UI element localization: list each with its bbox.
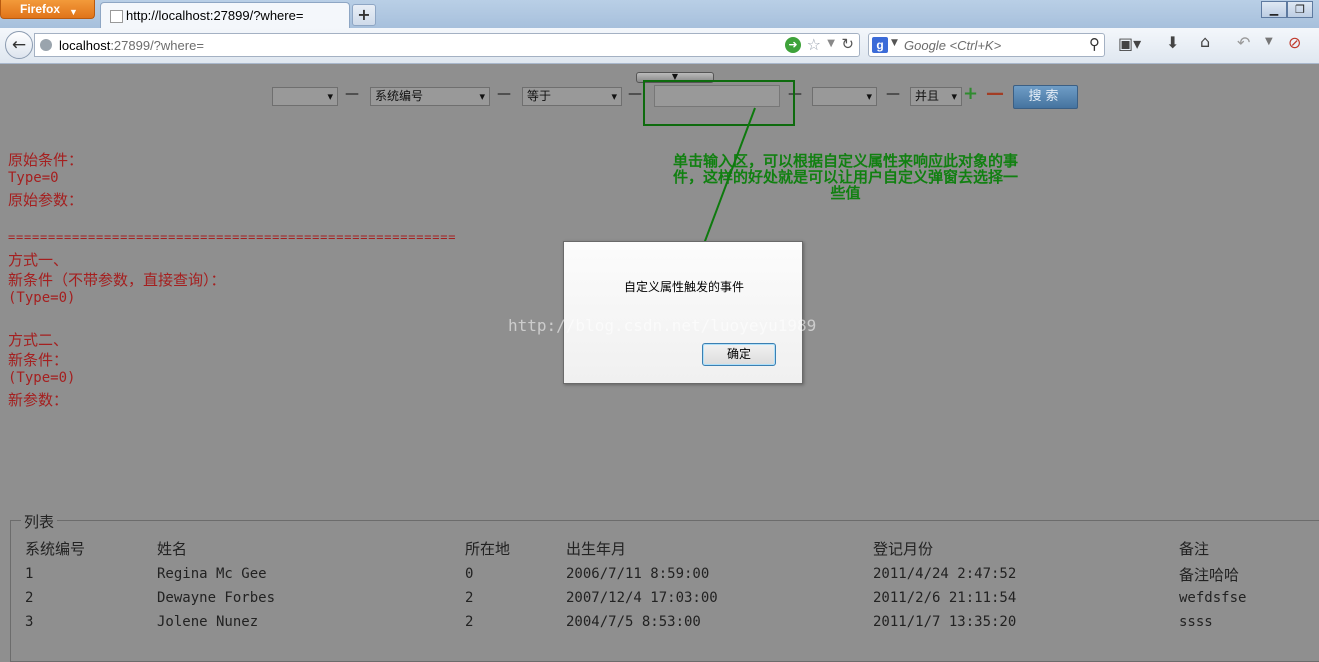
search-placeholder: Google <Ctrl+K> xyxy=(904,38,1002,53)
table-cell: 2011/4/24 2:47:52 xyxy=(873,566,1017,582)
url-path: :27899/?where= xyxy=(110,38,204,53)
info-line: 方式二、 xyxy=(8,331,69,349)
highlight-box xyxy=(643,80,795,126)
remove-condition-icon[interactable]: — xyxy=(986,84,1004,104)
column-header: 登记月份 xyxy=(873,540,934,558)
add-condition-icon[interactable]: + xyxy=(963,84,978,104)
info-line: 原始条件： xyxy=(8,151,84,169)
google-icon[interactable]: g xyxy=(872,37,888,53)
url-host: localhost xyxy=(59,38,111,53)
alert-dialog: 自定义属性触发的事件 确定 xyxy=(563,241,803,384)
info-line: 原始参数： xyxy=(8,191,84,209)
field-select-2[interactable]: 系统编号 xyxy=(370,87,490,106)
engine-dropdown-icon[interactable]: ▼ xyxy=(891,38,898,48)
column-header: 所在地 xyxy=(465,540,511,558)
info-line: 新参数： xyxy=(8,391,69,409)
history-dropdown-icon[interactable]: ▼ xyxy=(827,38,835,49)
window-controls: ▁ ❐ xyxy=(1261,1,1313,19)
home-icon[interactable]: ⌂ xyxy=(1200,32,1210,51)
table-cell: 2006/7/11 8:59:00 xyxy=(566,566,710,582)
table-cell: ssss xyxy=(1179,614,1213,630)
table-cell: 2 xyxy=(465,614,474,630)
list-legend: 列表 xyxy=(21,511,58,532)
page-icon xyxy=(110,10,123,23)
url-bar[interactable]: localhost:27899/?where= ➜ ☆ ▼ ↻ xyxy=(34,33,860,57)
table-cell: Dewayne Forbes xyxy=(157,590,276,606)
dash-separator: — xyxy=(628,86,642,102)
info-separator: ========================================… xyxy=(8,230,457,244)
table-cell: 2 xyxy=(465,590,474,606)
magnifier-icon[interactable]: ⚲ xyxy=(1089,35,1100,53)
table-cell: 备注哈哈 xyxy=(1179,566,1240,584)
search-button[interactable]: 搜索 xyxy=(1013,85,1078,109)
column-header: 出生年月 xyxy=(566,540,627,558)
info-line: 方式一、 xyxy=(8,251,69,269)
firefox-menu-label: Firefox xyxy=(20,2,61,16)
browser-tab[interactable]: http://localhost:27899/?where= xyxy=(100,2,350,28)
ok-button[interactable]: 确定 xyxy=(702,343,776,366)
logic-select[interactable]: 并且 xyxy=(910,87,962,106)
dialog-message: 自定义属性触发的事件 xyxy=(623,280,744,294)
new-tab-button[interactable]: + xyxy=(352,4,376,26)
info-line: 新条件： xyxy=(8,351,69,369)
tab-title: http://localhost:27899/?where= xyxy=(126,8,304,23)
annotation-text: 单击输入区，可以根据自定义属性来响应此对象的事件，这样的好处就是可以让用户自定义… xyxy=(673,152,1019,202)
table-cell: 2004/7/5 8:53:00 xyxy=(566,614,701,630)
table-cell: 2007/12/4 17:03:00 xyxy=(566,590,718,606)
column-header: 姓名 xyxy=(157,540,188,558)
table-cell: 2011/1/7 13:35:20 xyxy=(873,614,1017,630)
info-line: 新条件（不带参数，直接查询）： xyxy=(8,271,226,289)
table-cell: Regina Mc Gee xyxy=(157,566,267,582)
back-arrow-icon: ← xyxy=(11,35,27,55)
undo-icon[interactable]: ↶ xyxy=(1237,33,1250,52)
field-select-3[interactable] xyxy=(812,87,877,106)
globe-icon xyxy=(40,39,52,51)
condition-info: 原始条件： Type=0 原始参数： =====================… xyxy=(8,150,456,410)
chevron-down-icon: ▼ xyxy=(69,7,78,17)
table-cell: 0 xyxy=(465,566,474,582)
column-header: 备注 xyxy=(1179,540,1210,558)
table-cell: 2 xyxy=(25,590,34,606)
operator-select[interactable]: 等于 xyxy=(522,87,622,106)
minimize-button[interactable]: ▁ xyxy=(1261,1,1287,18)
reload-icon[interactable]: ↻ xyxy=(841,35,854,53)
undo-dropdown-icon[interactable]: ▼ xyxy=(1265,36,1273,47)
back-button[interactable]: ← xyxy=(5,31,33,59)
search-bar[interactable]: g ▼ Google <Ctrl+K> ⚲ xyxy=(868,33,1105,57)
watermark: http://blog.csdn.net/luoyeyu1989 xyxy=(508,316,817,335)
tab-strip: Firefox ▼ http://localhost:27899/?where=… xyxy=(0,0,1319,28)
bookmarks-icon[interactable]: ▣▾ xyxy=(1118,34,1141,53)
table-cell: 2011/2/6 21:11:54 xyxy=(873,590,1017,606)
dash-separator: — xyxy=(497,86,511,102)
dash-separator: — xyxy=(345,86,359,102)
table-cell: wefdsfse xyxy=(1179,590,1247,606)
url-text: localhost:27899/?where= xyxy=(59,38,204,53)
info-line: Type=0 xyxy=(8,170,59,186)
dash-separator: — xyxy=(886,86,900,102)
go-arrow-icon[interactable]: ➜ xyxy=(785,37,801,53)
column-header: 系统编号 xyxy=(25,540,86,558)
field-select-1[interactable] xyxy=(272,87,338,106)
table-cell: 1 xyxy=(25,566,34,582)
firefox-menu-button[interactable]: Firefox ▼ xyxy=(0,0,95,19)
download-icon[interactable]: ⬇ xyxy=(1166,33,1179,52)
adblock-icon[interactable]: ⊘ xyxy=(1288,33,1301,52)
info-line: (Type=0) xyxy=(8,290,76,306)
table-cell: Jolene Nunez xyxy=(157,614,259,630)
restore-button[interactable]: ❐ xyxy=(1287,1,1313,18)
info-line: (Type=0) xyxy=(8,370,76,386)
bookmark-star-icon[interactable]: ☆ xyxy=(807,35,821,54)
table-cell: 3 xyxy=(25,614,34,630)
navigation-toolbar: ← localhost:27899/?where= ➜ ☆ ▼ ↻ g ▼ Go… xyxy=(0,28,1319,64)
